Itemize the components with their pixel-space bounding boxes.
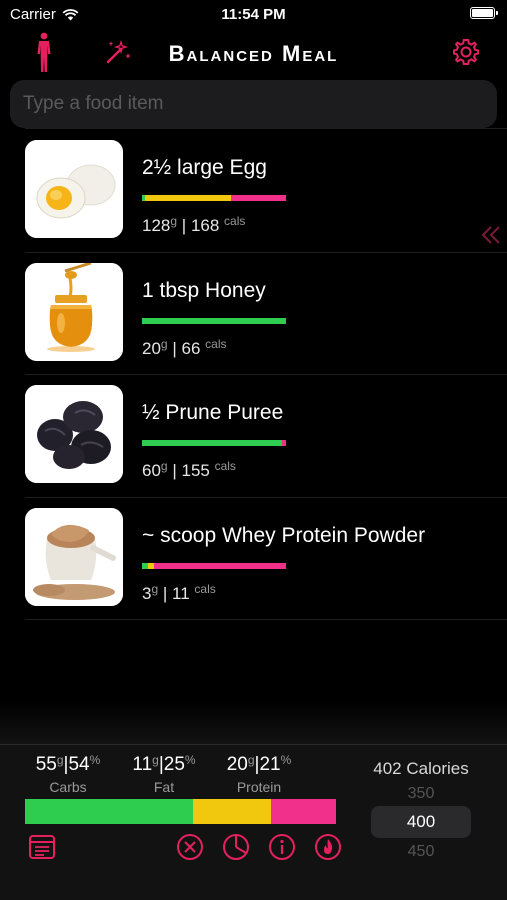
pie-chart-icon[interactable] bbox=[222, 833, 250, 861]
search-bar bbox=[10, 80, 497, 128]
food-row-honey[interactable]: 1 tbsp Honey 20g | 66 cals bbox=[25, 253, 507, 375]
protein-powder-image bbox=[25, 507, 123, 606]
food-calories: 11 bbox=[172, 583, 190, 603]
protein-percent: 21 bbox=[259, 754, 281, 775]
macro-carbs-segment bbox=[142, 317, 286, 324]
food-name: ~ scoop Whey Protein Powder bbox=[142, 523, 426, 547]
food-macro-bar bbox=[142, 195, 286, 201]
search-input[interactable] bbox=[10, 80, 497, 128]
carbs-label: Carbs bbox=[49, 779, 87, 795]
food-name: ½ Prune Puree bbox=[142, 401, 284, 424]
food-stats: 128g | 168 cals bbox=[142, 214, 246, 235]
carbs-summary: 55g|54% Carbs bbox=[26, 753, 110, 795]
food-macro-bar bbox=[142, 562, 286, 569]
fat-grams: 11 bbox=[132, 754, 153, 775]
flame-icon[interactable] bbox=[314, 833, 342, 861]
food-calories: 66 bbox=[181, 338, 201, 358]
fat-percent: 25 bbox=[163, 754, 185, 775]
food-macro-bar bbox=[142, 440, 286, 446]
fat-label: Fat bbox=[153, 779, 175, 795]
status-bar: Carrier 11:54 PM bbox=[0, 0, 507, 28]
food-stats: 20g | 66 cals bbox=[142, 336, 227, 358]
grams-unit: g bbox=[160, 459, 168, 473]
nutrition-summary: 55g|54% Carbs 11g|25% Fat 20g|21% Protei… bbox=[0, 744, 507, 900]
macro-protein-segment bbox=[231, 195, 286, 201]
food-row-egg[interactable]: 2½ large Egg 128g | 168 cals bbox=[25, 130, 507, 253]
honey-jar-image bbox=[25, 262, 123, 361]
grams-unit: g bbox=[170, 214, 178, 228]
protein-value: 20g|21% bbox=[216, 753, 302, 776]
carbs-value: 55g|54% bbox=[26, 753, 110, 776]
calorie-option[interactable]: 450 bbox=[371, 843, 471, 861]
food-list: 2½ large Egg 128g | 168 cals 1 tbsp Hone… bbox=[0, 130, 507, 620]
food-grams: 20 bbox=[142, 338, 161, 358]
clear-icon[interactable] bbox=[176, 833, 204, 861]
food-row-whey[interactable]: ~ scoop Whey Protein Powder 3g | 11 cals bbox=[25, 498, 507, 620]
macro-summary-bar bbox=[25, 799, 336, 824]
protein-summary: 20g|21% Protein bbox=[216, 753, 302, 795]
macro-protein-segment bbox=[153, 562, 286, 569]
percent-unit: % bbox=[89, 753, 101, 767]
calorie-option[interactable]: 350 bbox=[371, 785, 471, 803]
prunes-image bbox=[25, 385, 123, 483]
battery-icon bbox=[470, 7, 498, 19]
nav-bar: Balanced Meal bbox=[0, 28, 507, 78]
food-stats: 60g | 155 cals bbox=[142, 459, 236, 480]
food-row-prune[interactable]: ½ Prune Puree 60g | 155 cals bbox=[25, 375, 507, 498]
carbs-grams: 55 bbox=[35, 754, 57, 775]
total-calories: 402 Calories bbox=[373, 759, 469, 778]
status-time: 11:54 PM bbox=[221, 6, 286, 23]
percent-unit: % bbox=[280, 753, 292, 767]
list-fade bbox=[0, 700, 507, 744]
gear-icon[interactable] bbox=[452, 38, 480, 66]
food-macro-bar bbox=[142, 317, 286, 324]
summary-fat-segment bbox=[192, 799, 271, 824]
macro-carbs-segment bbox=[142, 440, 282, 446]
food-calories: 168 bbox=[190, 216, 220, 235]
percent-unit: % bbox=[184, 753, 196, 767]
boiled-egg-image bbox=[25, 140, 123, 238]
grams-unit: g bbox=[152, 753, 159, 767]
summary-protein-segment bbox=[270, 799, 336, 824]
macro-fat-segment bbox=[144, 195, 232, 201]
fat-value: 11g|25% bbox=[122, 753, 206, 776]
protein-label: Protein bbox=[236, 779, 282, 795]
food-name: 2½ large Egg bbox=[142, 156, 267, 179]
summary-carbs-segment bbox=[25, 799, 193, 824]
calories-unit: cals bbox=[224, 214, 246, 228]
macro-protein-segment bbox=[281, 440, 286, 446]
food-grams: 128 bbox=[142, 216, 171, 235]
page-title: Balanced Meal bbox=[168, 41, 339, 66]
swipe-left-icon[interactable] bbox=[481, 225, 503, 245]
notes-icon[interactable] bbox=[28, 833, 56, 861]
calories-unit: cals bbox=[194, 581, 216, 596]
food-name: 1 tbsp Honey bbox=[142, 278, 266, 302]
grams-unit: g bbox=[160, 336, 168, 351]
grams-unit: g bbox=[56, 753, 64, 767]
protein-grams: 20 bbox=[226, 754, 248, 775]
calories-unit: cals bbox=[205, 336, 227, 351]
grams-unit: g bbox=[151, 581, 159, 596]
food-grams: 60 bbox=[142, 461, 161, 480]
food-stats: 3g | 11 cals bbox=[142, 581, 216, 603]
carbs-percent: 54 bbox=[68, 754, 90, 775]
fat-summary: 11g|25% Fat bbox=[122, 753, 206, 795]
calorie-option-selected[interactable]: 400 bbox=[371, 806, 471, 838]
grams-unit: g bbox=[247, 753, 255, 767]
info-icon[interactable] bbox=[268, 833, 296, 861]
divider bbox=[25, 128, 507, 129]
calories-unit: cals bbox=[214, 459, 236, 473]
food-calories: 155 bbox=[181, 461, 210, 480]
